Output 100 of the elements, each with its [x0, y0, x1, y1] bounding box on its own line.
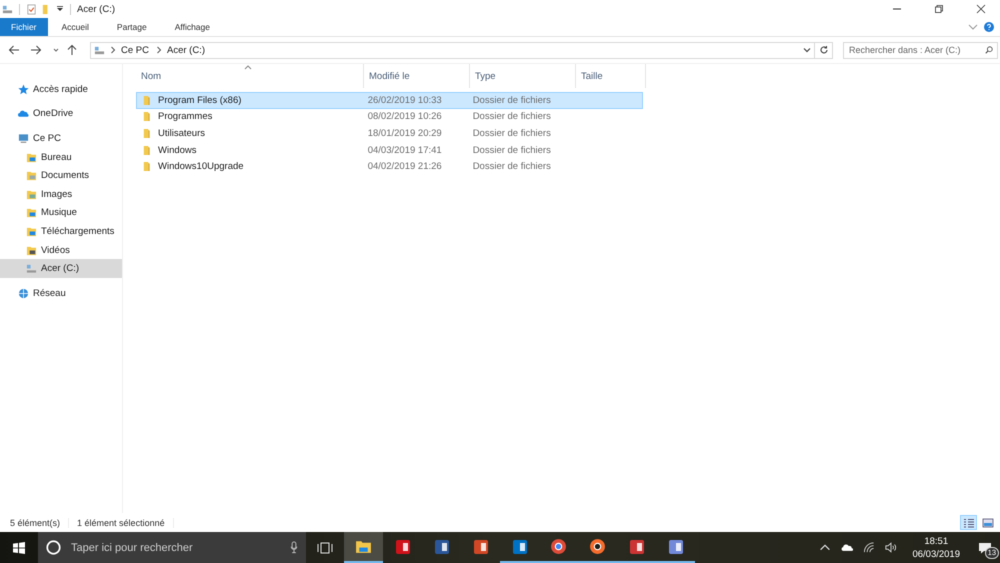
file-name: Utilisateurs: [158, 128, 205, 139]
sidebar-item[interactable]: Ce PC: [0, 129, 122, 148]
sidebar-item[interactable]: Vidéos: [0, 240, 122, 260]
windows-icon[interactable]: [13, 542, 25, 554]
ribbon-tab[interactable]: Accueil: [48, 18, 103, 36]
refresh-icon: [818, 45, 828, 55]
sidebar-item[interactable]: Documents: [0, 166, 122, 185]
table-cell-text: Dossier de fichiers: [472, 144, 552, 156]
file-name: Windows: [158, 144, 197, 156]
file-row[interactable]: Windows 04/03/2019 17:41 Dossier de fichiers: [136, 142, 643, 158]
file-name: Program Files (x86): [158, 94, 242, 106]
star-icon: [18, 84, 29, 95]
speaker-icon[interactable]: [885, 542, 898, 553]
chevron-up-icon[interactable]: [819, 542, 832, 553]
search-icon: [985, 46, 993, 54]
refresh-button[interactable]: [815, 42, 833, 58]
folder-icon: [355, 538, 372, 555]
address-bar[interactable]: Ce PC Acer (C:): [90, 42, 815, 58]
ribbon-tab[interactable]: Affichage: [160, 18, 224, 36]
folder-icon: [142, 144, 151, 156]
task-view-icon: [317, 542, 333, 554]
folder-icon: [26, 207, 37, 218]
properties-icon[interactable]: [26, 4, 37, 14]
sidebar-item[interactable]: Téléchargements: [0, 222, 122, 241]
cloud-icon: [18, 108, 29, 120]
clock-date: 06/03/2019: [912, 548, 960, 560]
table-cell-text: Dossier de fichiers: [472, 94, 552, 106]
file-row[interactable]: Program Files (x86) 26/02/2019 10:33 Dossier de fichiers: [136, 92, 643, 109]
folder-icon: [142, 161, 151, 172]
computer-icon: [18, 132, 29, 144]
clock-time: 18:51: [924, 534, 948, 548]
table-cell-text: Dossier de fichiers: [472, 161, 552, 172]
sidebar-item[interactable]: Musique: [0, 204, 122, 222]
taskbar-app[interactable]: [344, 532, 383, 563]
file-row[interactable]: Windows10Upgrade 04/02/2019 21:26 Dossier de fichiers: [136, 158, 643, 175]
folder-icon: [26, 226, 37, 237]
breadcrumb[interactable]: Acer (C:): [166, 44, 205, 56]
forward-icon[interactable]: [30, 44, 42, 56]
drive-icon: [2, 4, 13, 14]
dropdown-icon[interactable]: [56, 5, 64, 13]
table-cell-text: 26/02/2019 10:33: [366, 94, 443, 106]
table-cell-text: 04/03/2019 17:41: [366, 144, 443, 156]
folder-icon: [142, 128, 151, 139]
taskbar-search-box[interactable]: Taper ici pour rechercher: [38, 532, 306, 563]
table-cell-text: Dossier de fichiers: [472, 128, 552, 139]
file-row[interactable]: Utilisateurs 18/01/2019 20:29 Dossier de fichiers: [136, 125, 643, 142]
status-text: 1 élément sélectionné: [77, 518, 174, 528]
column-header[interactable]: Taille: [576, 64, 646, 88]
drive-icon: [26, 263, 37, 274]
sidebar-item[interactable]: Bureau: [0, 148, 122, 166]
sidebar-item[interactable]: Réseau: [0, 284, 122, 303]
chevron-icon[interactable]: [803, 46, 811, 54]
status-text: 5 élément(s): [10, 518, 70, 528]
circle-icon: [46, 540, 61, 555]
network-icon: [18, 288, 29, 299]
folder-icon: [26, 244, 37, 256]
folder-icon: [26, 152, 37, 163]
drive-icon: [94, 44, 105, 56]
chevron-icon[interactable]: [52, 46, 60, 54]
microphone-icon[interactable]: [290, 541, 298, 554]
file-row[interactable]: Programmes 08/02/2019 10:26 Dossier de fichiers: [136, 108, 643, 126]
folder-icon: [26, 188, 37, 200]
ribbon-tab[interactable]: Partage: [102, 18, 161, 36]
folder-icon: [142, 111, 151, 122]
window-title: Acer (C:): [77, 4, 115, 14]
file-name: Programmes: [158, 111, 212, 122]
help-icon[interactable]: [984, 22, 994, 32]
details-view-button[interactable]: [960, 515, 977, 530]
close-icon[interactable]: [976, 4, 986, 14]
sidebar-item[interactable]: Acer (C:): [0, 259, 122, 278]
sidebar-item[interactable]: Accès rapide: [0, 80, 122, 99]
folder-icon: [142, 94, 151, 106]
table-cell-text: Dossier de fichiers: [472, 111, 552, 122]
taskbar-search-field[interactable]: Taper ici pour rechercher: [69, 540, 282, 554]
ribbon-tab[interactable]: Fichier: [0, 18, 48, 36]
sort-caret-icon: [244, 65, 252, 70]
app-icon: [394, 538, 410, 554]
wifi-icon[interactable]: [863, 542, 876, 553]
table-cell-text: 18/01/2019 20:29: [366, 128, 443, 139]
sidebar-item[interactable]: OneDrive: [0, 104, 122, 124]
file-name: Windows10Upgrade: [158, 161, 244, 172]
table-cell-text: 08/02/2019 10:26: [366, 111, 443, 122]
breadcrumb[interactable]: Ce PC: [121, 44, 149, 56]
folder-icon: [26, 170, 37, 182]
up-icon[interactable]: [66, 44, 78, 56]
chevron-icon[interactable]: [109, 46, 117, 54]
column-header[interactable]: Type: [470, 64, 576, 88]
browser-icon: [550, 538, 567, 555]
restore-icon[interactable]: [934, 4, 944, 14]
column-header[interactable]: Nom: [136, 64, 364, 88]
column-header[interactable]: Modifié le: [364, 64, 470, 88]
cloud-icon[interactable]: [841, 542, 854, 553]
chevron-icon[interactable]: [154, 46, 163, 54]
search-field[interactable]: Rechercher dans : Acer (C:): [843, 42, 998, 58]
back-icon[interactable]: [8, 44, 20, 56]
list-icon: [962, 518, 974, 528]
ring-icon: [589, 538, 606, 555]
tiles-icon: [982, 518, 994, 528]
sidebar-item[interactable]: Images: [0, 184, 122, 204]
clock[interactable]: 18:51 06/03/2019: [912, 534, 960, 560]
